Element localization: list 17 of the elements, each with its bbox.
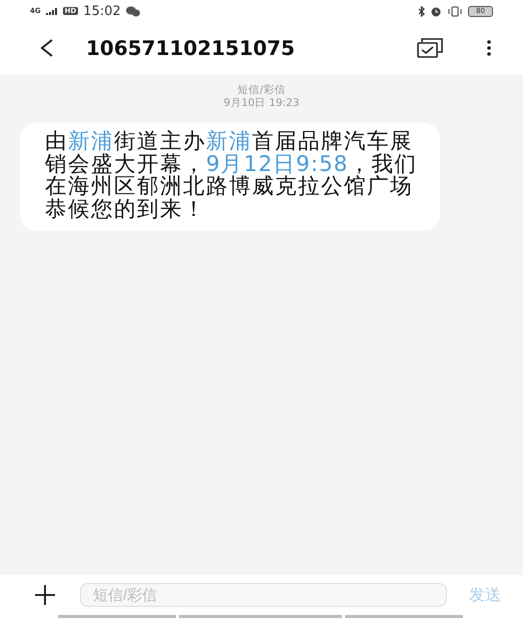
add-button[interactable] xyxy=(32,582,58,608)
message-channel: 短信/彩信 xyxy=(238,84,286,97)
message-date: 9月10日 19:23 xyxy=(224,97,300,110)
alarm-icon xyxy=(430,6,442,16)
vibrate-icon xyxy=(447,6,464,16)
message-link[interactable]: 9月12日9:58 xyxy=(206,152,348,176)
status-time: 15:02 xyxy=(83,4,121,18)
message-input[interactable]: 短信/彩信 xyxy=(80,583,447,607)
message-text: 由新浦街道主办新浦首届品牌汽车展销会盛大开幕，9月12日9:58，我们在海州区郁洲北路博威克拉公馆广场恭候您的到来！ xyxy=(45,131,418,221)
chat-bubbles-icon xyxy=(126,6,140,16)
multi-select-button[interactable] xyxy=(415,36,445,60)
message-link[interactable]: 新浦 xyxy=(206,129,252,154)
contact-number: 106571102151075 xyxy=(86,36,296,60)
bluetooth-icon xyxy=(418,6,426,16)
signal-icon xyxy=(46,7,58,15)
menu-button[interactable] xyxy=(485,37,493,59)
message-link[interactable]: 新浦 xyxy=(68,129,114,154)
